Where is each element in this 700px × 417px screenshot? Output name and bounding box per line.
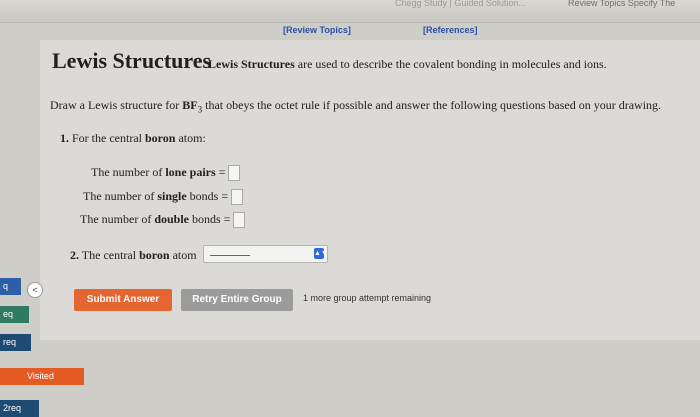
attempts-remaining: 1 more group attempt remaining (303, 293, 432, 303)
question-1: 1. For the central boron atom: (60, 131, 206, 146)
lone-pairs-row: The number of lone pairs = (91, 165, 241, 182)
references-link[interactable]: [References] (423, 25, 478, 35)
double-bonds-pre: The number of (80, 212, 155, 226)
question-2: 2. The central boron atom (70, 248, 197, 263)
double-bonds-bold: double (154, 212, 189, 226)
collapse-chevron-icon[interactable]: < (27, 282, 43, 298)
side-tab-2req[interactable]: 2req (0, 400, 39, 417)
double-bonds-post: bonds = (189, 212, 231, 226)
lone-pairs-bold: lone pairs (165, 165, 216, 179)
lone-pairs-post: = (215, 165, 226, 179)
q1-post: atom: (175, 131, 206, 145)
q2-number: 2. (70, 248, 79, 262)
reference-links-row: [Review Topics] [References] (0, 22, 700, 40)
double-bonds-row: The number of double bonds = (80, 212, 246, 229)
lone-pairs-input[interactable] (228, 165, 241, 182)
q1-bold: boron (144, 131, 176, 145)
browser-tab-bar: Chegg Study | Guided Solution... Review … (0, 0, 700, 23)
title-desc-rest: are used to describe the covalent bondin… (294, 57, 607, 71)
review-topics-link[interactable]: [Review Topics] (283, 25, 351, 35)
q1-number: 1. (60, 131, 69, 145)
select-arrows-icon[interactable]: ▲▼ (314, 248, 328, 259)
lone-pairs-pre: The number of (91, 165, 166, 179)
submit-answer-button[interactable]: Submit Answer (74, 289, 172, 311)
single-bonds-pre: The number of (83, 189, 158, 203)
question-suffix: that obeys the octet rule if possible an… (202, 98, 662, 112)
double-bonds-input[interactable] (233, 212, 246, 229)
tab-review-topics[interactable]: Review Topics Specify The (568, 0, 675, 8)
q2-post: atom (169, 248, 197, 262)
q1-pre: For the central (69, 131, 145, 145)
question-prompt: Draw a Lewis structure for BF3 that obey… (50, 98, 661, 114)
side-tab-q[interactable]: q (0, 278, 21, 295)
tab-chegg[interactable]: Chegg Study | Guided Solution... (395, 0, 526, 8)
page-title: Lewis Structures (52, 48, 212, 73)
side-tab-visited[interactable]: Visited (0, 368, 84, 385)
title-description: Lewis Structures are used to describe th… (208, 57, 607, 72)
central-atom-select[interactable]: ▲▼ (203, 245, 328, 263)
side-tab-req[interactable]: req (0, 334, 31, 351)
single-bonds-post: bonds = (186, 189, 229, 203)
q2-bold: boron (139, 248, 170, 262)
single-bonds-input[interactable] (231, 189, 244, 206)
formula: BF (182, 98, 198, 112)
side-tab-eq[interactable]: eq (0, 306, 29, 323)
single-bonds-bold: single (157, 189, 187, 203)
single-bonds-row: The number of single bonds = (83, 189, 244, 206)
q2-pre: The central (79, 248, 140, 262)
question-prefix: Draw a Lewis structure for (50, 98, 183, 112)
retry-group-button[interactable]: Retry Entire Group (181, 289, 293, 311)
title-desc-bold: Lewis Structures (208, 57, 295, 71)
select-placeholder-line (210, 255, 250, 256)
